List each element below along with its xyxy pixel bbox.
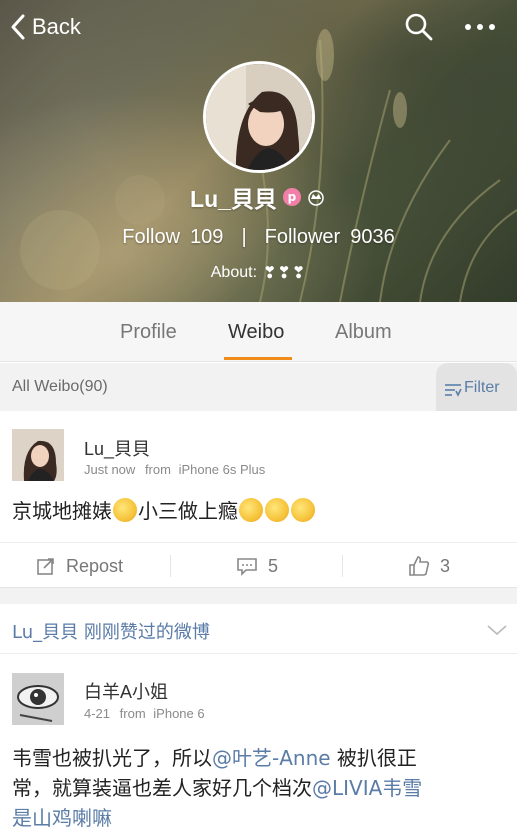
chevron-down-icon[interactable] (486, 623, 508, 637)
post-meta: Just now from iPhone 6s Plus (84, 462, 265, 477)
post-text: 京城地摊婊 小三做上瘾 (12, 496, 316, 526)
follow-label[interactable]: Follow (122, 226, 180, 249)
active-tab-indicator (224, 357, 292, 360)
username-row: Lu_貝貝 p (0, 180, 517, 214)
profile-tabs: Profile Weibo Album (0, 302, 517, 362)
repost-label: Repost (66, 555, 124, 576)
like-button[interactable]: 3 (408, 543, 450, 589)
post-from: from (119, 706, 146, 721)
tab-album[interactable]: Album (335, 302, 392, 362)
post-line: 是山鸡喇嘛 (12, 803, 512, 833)
clap-emoji-icon (291, 498, 315, 522)
tab-profile[interactable]: Profile (120, 302, 177, 362)
all-weibo-count: All Weibo(90) (12, 378, 108, 395)
repost-icon (37, 558, 54, 575)
post-source: iPhone 6s Plus (178, 462, 266, 477)
post-author[interactable]: 白羊A小姐 (84, 678, 168, 704)
comment-icon (237, 558, 257, 576)
username: Lu_貝貝 (190, 186, 277, 212)
comment-button[interactable]: 5 (236, 543, 278, 589)
follow-count[interactable]: 109 (190, 226, 223, 249)
post-from: from (144, 462, 171, 477)
post-source: iPhone 6 (153, 706, 205, 721)
divider (170, 555, 171, 577)
recently-liked-text: Lu_貝貝 刚刚赞过的微博 (12, 622, 210, 643)
post-time: 4-21 (84, 706, 111, 721)
comment-count: 5 (268, 555, 279, 576)
crown-icon[interactable] (305, 188, 327, 206)
post-text: 韦雪也被扒光了，所以@叶艺-Anne 被扒很正 常，就算装逼也差人家好几个档次@… (12, 743, 512, 833)
weibo-post[interactable]: 白羊A小姐 4-21 from iPhone 6 韦雪也被扒光了，所以@叶艺-A… (0, 655, 517, 837)
weibo-post[interactable]: Lu_貝貝 Just now from iPhone 6s Plus 京城地摊婊… (0, 411, 517, 542)
avatar[interactable] (12, 429, 64, 481)
post-meta: 4-21 from iPhone 6 (84, 706, 205, 721)
recently-liked-header[interactable]: Lu_貝貝 刚刚赞过的微博 (0, 604, 517, 654)
divider (342, 555, 343, 577)
post-text-b: 小三做上瘾 (138, 499, 238, 523)
post-actions: Repost 5 3 (0, 542, 517, 588)
about-row: About: ❣❣❣ (0, 262, 517, 284)
follower-count[interactable]: 9036 (350, 226, 395, 249)
profile-avatar[interactable] (203, 61, 315, 173)
about-label: About: (210, 264, 258, 281)
back-button[interactable]: Back (8, 12, 81, 42)
like-icon (409, 556, 430, 576)
clap-emoji-icon (265, 498, 289, 522)
member-badge[interactable]: p (282, 188, 301, 206)
search-icon[interactable] (404, 12, 434, 42)
post-text-a: 韦雪也被扒光了，所以 (12, 746, 212, 770)
clap-emoji-icon (239, 498, 263, 522)
avatar[interactable] (12, 673, 64, 725)
back-label: Back (32, 14, 81, 39)
more-icon[interactable] (462, 14, 498, 40)
tab-weibo[interactable]: Weibo (228, 302, 284, 362)
post-line: 常，就算装逼也差人家好几个档次@LIVIA韦雪 (12, 773, 512, 803)
post-time: Just now (84, 462, 136, 477)
post-line: 韦雪也被扒光了，所以@叶艺-Anne 被扒很正 (12, 743, 512, 773)
post-text-a: 京城地摊婊 (12, 499, 112, 523)
like-count: 3 (440, 555, 451, 576)
follow-stats: Follow 109 | Follower 9036 (0, 223, 517, 251)
filter-icon (445, 384, 462, 397)
stats-separator: | (241, 225, 247, 248)
thinking-emoji-icon (113, 498, 137, 522)
section-gap (0, 588, 517, 604)
filter-label: Filter (464, 379, 500, 396)
about-value: ❣❣❣ (263, 265, 307, 282)
mention-link[interactable]: @LIVIA韦雪 (312, 776, 422, 800)
repost-button[interactable]: Repost (36, 543, 123, 589)
post-author[interactable]: Lu_貝貝 (84, 435, 150, 461)
topic-link[interactable]: 是山鸡喇嘛 (12, 806, 112, 830)
mention-link[interactable]: @叶艺-Anne (212, 746, 331, 770)
profile-header: Back Lu_貝貝 p Follow 109 | Follower 9036 … (0, 0, 517, 302)
chevron-left-icon (11, 14, 25, 40)
post-text-b: 被扒很正 (330, 746, 417, 770)
post-text-c: 常，就算装逼也差人家好几个档次 (12, 776, 312, 800)
follower-label[interactable]: Follower (265, 226, 341, 249)
